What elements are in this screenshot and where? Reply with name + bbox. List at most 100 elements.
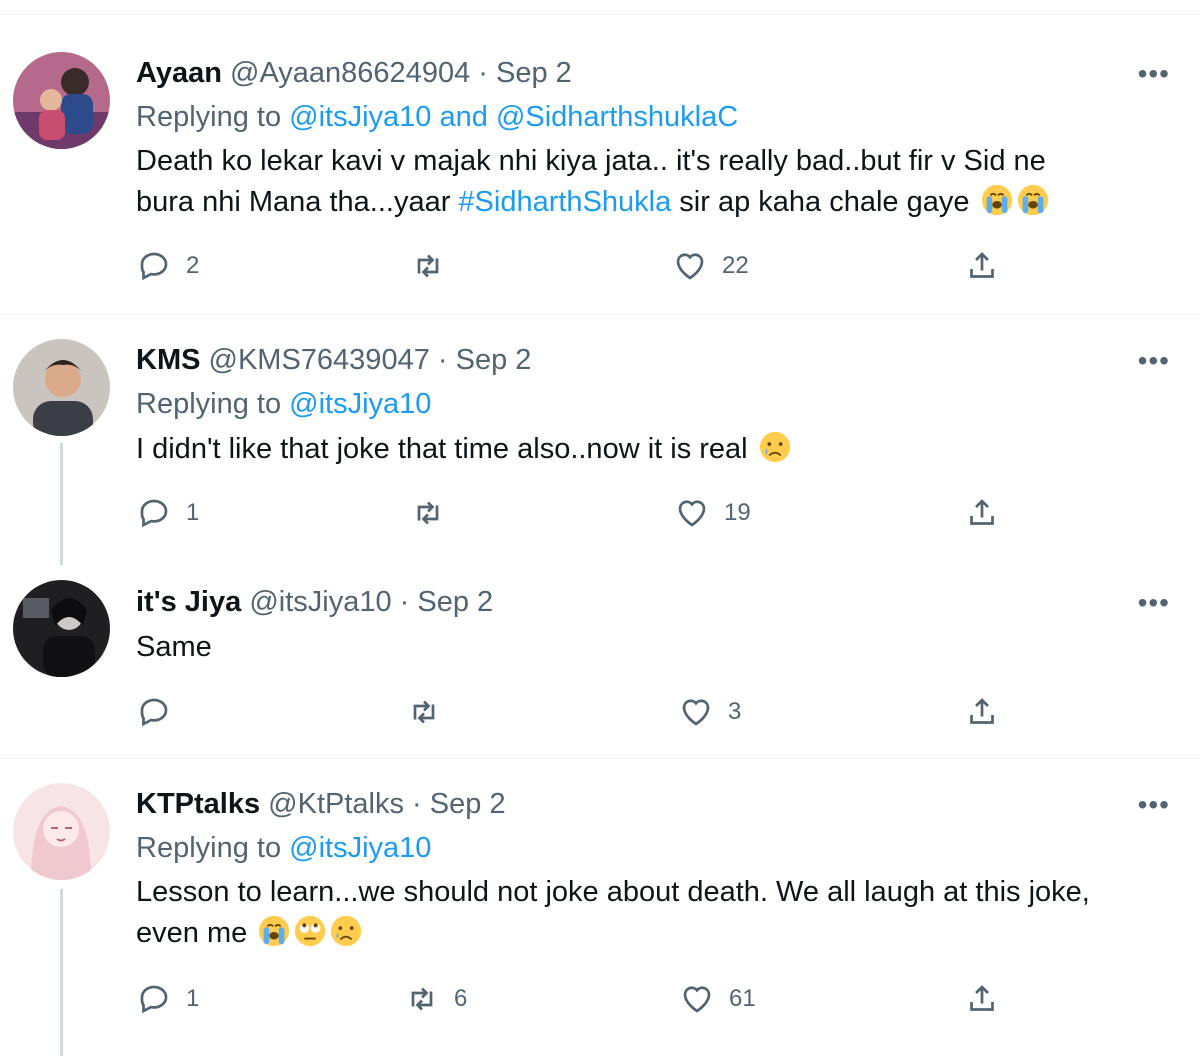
replying-to: Replying to @itsJiya10 and @Sidharthshuk… (136, 99, 738, 135)
tweet-header: KTPtalks @KtPtalks · Sep 2 (136, 786, 506, 822)
timestamp[interactable]: Sep 2 (456, 344, 532, 376)
more-options-icon[interactable]: ••• (1138, 58, 1170, 90)
display-name[interactable]: KTPtalks (136, 788, 260, 820)
like-button[interactable]: 61 (679, 981, 756, 1017)
tweet-header: it's Jiya @itsJiya10 · Sep 2 (136, 584, 493, 620)
tweet-text-line: Same (136, 631, 212, 663)
share-icon (970, 698, 994, 724)
share-button[interactable] (964, 248, 1000, 284)
mention-connector: and (431, 101, 496, 133)
tweet-text-line: I didn't like that joke that time also..… (136, 429, 1146, 470)
loudly-crying-face-icon (1017, 184, 1048, 216)
share-button[interactable] (964, 694, 1000, 730)
retweet-icon (417, 501, 439, 525)
tweet-actions: 1 19 (136, 495, 1156, 535)
like-button[interactable]: 22 (672, 248, 749, 284)
tweet-text-line: Lesson to learn...we should not joke abo… (136, 876, 1090, 908)
tweet-its-jiya[interactable]: it's Jiya @itsJiya10 · Sep 2 ••• Same 3 (0, 566, 1200, 759)
dot-separator: · (412, 788, 422, 820)
reply-button[interactable]: 2 (136, 248, 199, 284)
tweet-text-segment: bura nhi Mana tha...yaar (136, 186, 459, 218)
share-button[interactable] (964, 495, 1000, 531)
reply-icon (140, 499, 168, 528)
tweet-text-segment: even me (136, 917, 248, 949)
timestamp[interactable]: Sep 2 (496, 57, 572, 89)
retweet-button[interactable]: 6 (404, 981, 467, 1017)
tweet-actions: 2 22 (136, 248, 1156, 288)
share-icon (970, 499, 994, 525)
reply-count: 1 (186, 499, 200, 526)
tweet-text-line: bura nhi Mana tha...yaar #SidharthShukla… (136, 182, 1146, 223)
crying-face-icon (331, 915, 362, 947)
display-name[interactable]: it's Jiya (136, 586, 241, 618)
tweet-text-line: even me (136, 913, 1146, 954)
like-count: 22 (722, 252, 749, 279)
more-options-icon[interactable]: ••• (1138, 789, 1170, 821)
reply-icon (140, 252, 168, 281)
reply-icon (140, 985, 168, 1014)
tweet-actions: 1 6 61 (136, 981, 1156, 1021)
handle[interactable]: @itsJiya10 (249, 586, 391, 618)
avatar[interactable] (13, 580, 110, 677)
mention-link[interactable]: @SidharthshuklaC (496, 101, 738, 133)
dot-separator: · (399, 586, 410, 618)
like-button[interactable]: 19 (674, 495, 751, 531)
tweet-text: Death ko lekar kavi v majak nhi kiya jat… (136, 141, 1146, 223)
crying-face-icon (759, 431, 790, 463)
retweet-icon (413, 700, 435, 724)
heart-icon (683, 986, 711, 1013)
tweet-actions: 3 (136, 694, 1156, 734)
handle[interactable]: @Ayaan86624904 (230, 57, 470, 89)
share-button[interactable] (964, 981, 1000, 1017)
like-count: 19 (724, 499, 751, 526)
mention-link[interactable]: @itsJiya10 (289, 101, 431, 133)
like-button[interactable]: 3 (678, 694, 741, 730)
tweet-ktptalks[interactable]: KTPtalks @KtPtalks · Sep 2 ••• Replying … (0, 759, 1200, 1056)
more-options-icon[interactable]: ••• (1138, 587, 1170, 619)
tweet-text-segment: sir ap kaha chale gaye (671, 186, 970, 218)
like-count: 3 (728, 698, 742, 725)
avatar[interactable] (13, 339, 110, 436)
reply-count: 1 (186, 985, 200, 1012)
retweet-button[interactable] (410, 495, 460, 531)
avatar[interactable] (13, 52, 110, 149)
heart-icon (676, 253, 704, 280)
replying-to: Replying to @itsJiya10 (136, 830, 431, 866)
top-divider (0, 0, 1200, 15)
handle[interactable]: @KtPtalks (268, 788, 404, 820)
tweet-text: Same (136, 627, 1146, 668)
share-icon (970, 985, 994, 1011)
timestamp[interactable]: Sep 2 (417, 586, 493, 618)
avatar[interactable] (13, 783, 110, 880)
replying-to-label: Replying to (136, 388, 290, 420)
reply-button[interactable]: 1 (136, 495, 199, 531)
tweet-text: I didn't like that joke that time also..… (136, 429, 1146, 470)
more-options-icon[interactable]: ••• (1138, 345, 1170, 377)
dot-separator: · (478, 57, 488, 89)
thread-line (60, 889, 63, 1056)
retweet-button[interactable] (410, 248, 460, 284)
retweet-button[interactable] (406, 694, 456, 730)
heart-icon (682, 699, 710, 726)
handle[interactable]: @KMS76439047 (209, 344, 430, 376)
reply-count: 2 (186, 252, 200, 279)
display-name[interactable]: Ayaan (136, 57, 222, 89)
heart-icon (678, 500, 706, 527)
replying-to-label: Replying to (136, 832, 290, 864)
tweet-kms[interactable]: KMS @KMS76439047 · Sep 2 ••• Replying to… (0, 315, 1200, 565)
hashtag-link[interactable]: #SidharthShukla (458, 186, 671, 218)
reply-button[interactable] (136, 694, 186, 730)
tweet-ayaan[interactable]: Ayaan @Ayaan86624904 · Sep 2 ••• Replyin… (0, 30, 1200, 315)
loudly-crying-face-icon (259, 915, 290, 947)
display-name[interactable]: KMS (136, 344, 200, 376)
reply-button[interactable]: 1 (136, 981, 199, 1017)
reply-icon (140, 698, 168, 727)
timestamp[interactable]: Sep 2 (430, 788, 506, 820)
thread-line (60, 443, 63, 565)
retweet-icon (411, 987, 433, 1011)
tweet-text-segment: I didn't like that joke that time also..… (136, 433, 748, 465)
mention-link[interactable]: @itsJiya10 (289, 388, 431, 420)
loudly-crying-face-icon (981, 184, 1012, 216)
retweet-count: 6 (454, 985, 468, 1012)
mention-link[interactable]: @itsJiya10 (289, 832, 431, 864)
